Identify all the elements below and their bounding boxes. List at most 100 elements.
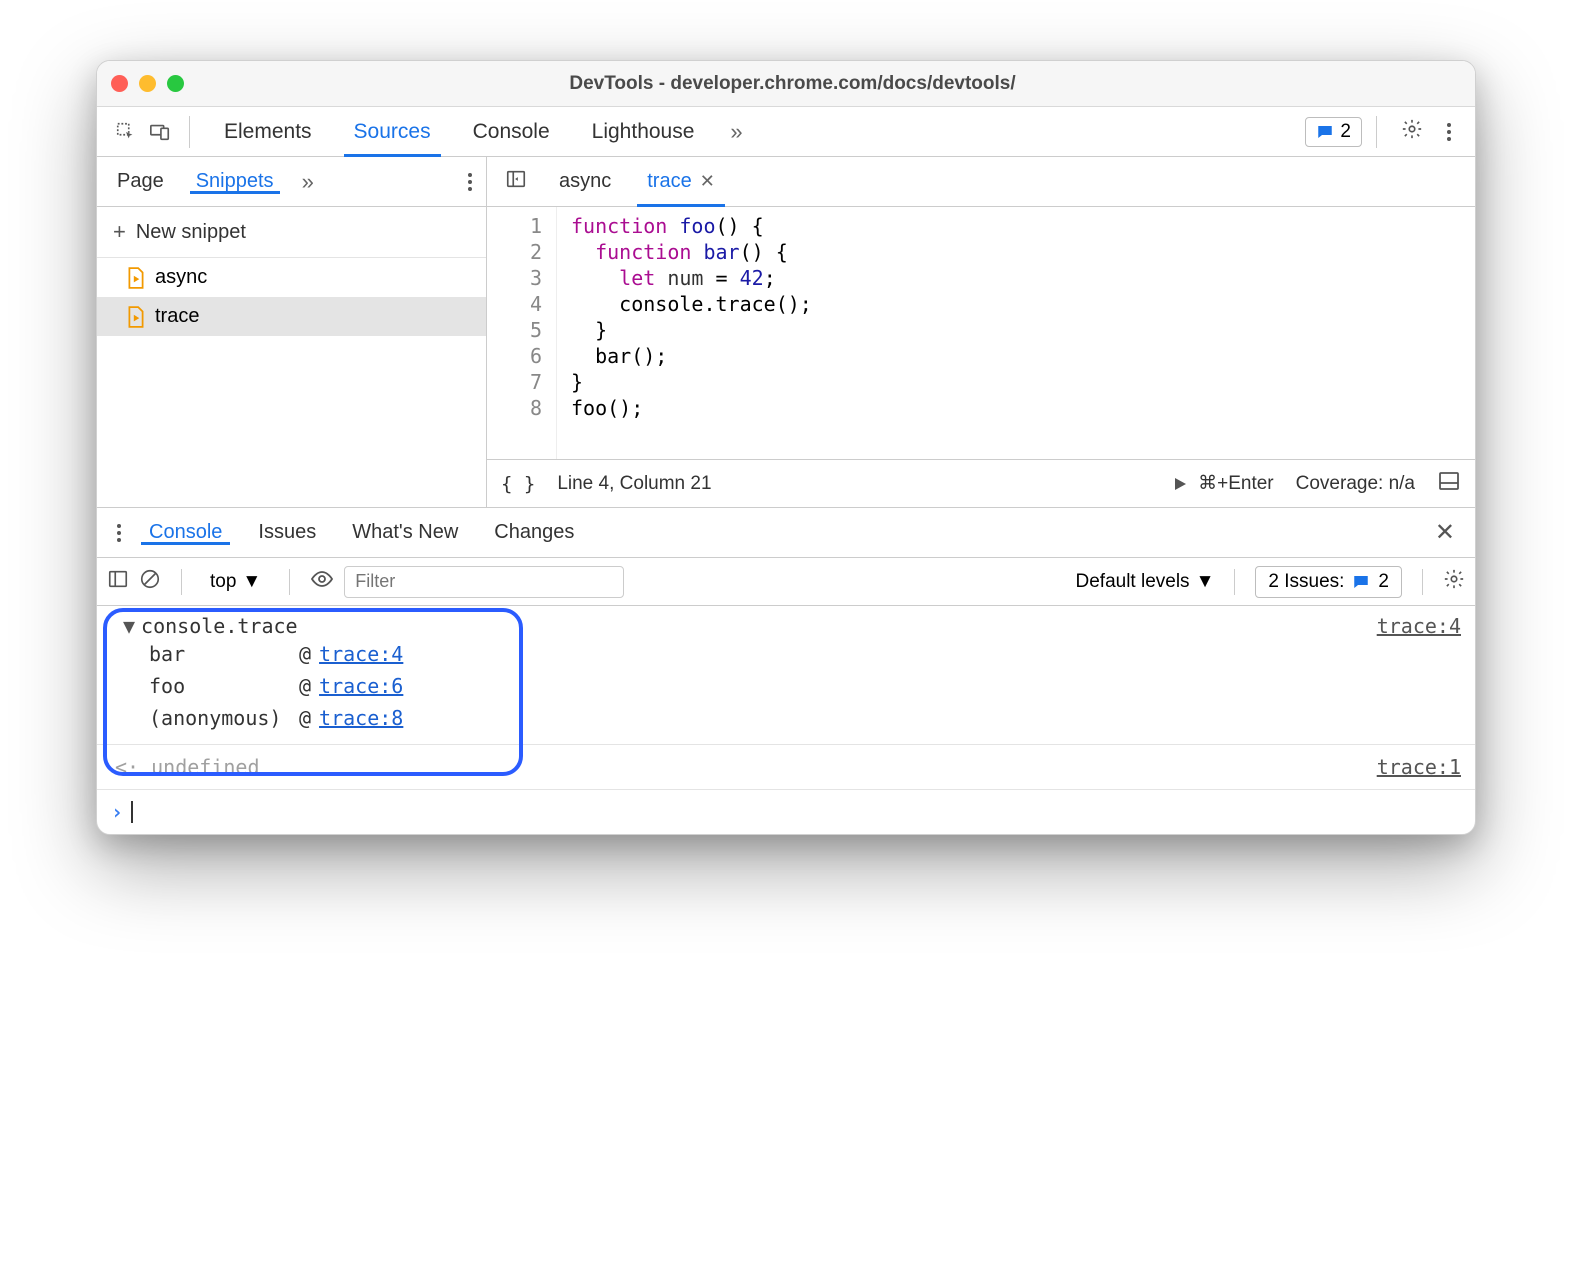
tab-console[interactable]: Console bbox=[453, 107, 570, 156]
drawer-tab-issues[interactable]: Issues bbox=[240, 521, 334, 544]
snippet-file-icon bbox=[127, 267, 145, 289]
chevron-down-icon: ▼ bbox=[242, 571, 261, 593]
console-issues-button[interactable]: 2 Issues: 2 bbox=[1255, 566, 1402, 598]
stack-frame: (anonymous) @ trace:8 bbox=[149, 702, 1461, 734]
console-output: ▼ console.trace trace:4 bar @ trace:4 fo… bbox=[97, 606, 1475, 834]
snippet-item-async[interactable]: async bbox=[97, 258, 486, 297]
snippet-item-trace[interactable]: trace bbox=[97, 297, 486, 336]
sources-body: Page Snippets » + New snippet async trac… bbox=[97, 157, 1475, 507]
stack-link[interactable]: trace:6 bbox=[319, 674, 403, 698]
editor-statusbar: { } Line 4, Column 21 ⌘+Enter Coverage: … bbox=[487, 459, 1475, 507]
text-cursor bbox=[131, 801, 133, 823]
divider bbox=[1376, 116, 1377, 148]
close-drawer-button[interactable]: ✕ bbox=[1425, 518, 1465, 547]
main-toolbar: Elements Sources Console Lighthouse » 2 bbox=[97, 107, 1475, 157]
divider bbox=[1422, 569, 1423, 595]
console-sidebar-toggle[interactable] bbox=[107, 568, 129, 596]
chevron-down-icon: ▼ bbox=[1196, 571, 1215, 593]
more-tabs-button[interactable]: » bbox=[718, 119, 754, 145]
more-options-button[interactable] bbox=[1437, 123, 1461, 141]
new-snippet-label: New snippet bbox=[136, 221, 246, 244]
titlebar: DevTools - developer.chrome.com/docs/dev… bbox=[97, 61, 1475, 107]
close-tab-button[interactable]: ✕ bbox=[700, 171, 715, 192]
console-trace-entry: ▼ console.trace trace:4 bar @ trace:4 fo… bbox=[97, 606, 1475, 745]
cursor-position: Line 4, Column 21 bbox=[557, 473, 711, 495]
editor-tabbar: async trace ✕ bbox=[487, 157, 1475, 207]
return-value: <· undefined bbox=[115, 755, 260, 779]
toggle-navigator-button[interactable] bbox=[491, 168, 541, 195]
snippet-file-icon bbox=[127, 306, 145, 328]
message-icon bbox=[1316, 123, 1334, 141]
navigator-tabs: Page Snippets » bbox=[97, 157, 486, 207]
editor-tabs: async trace ✕ bbox=[541, 157, 733, 206]
editor-pane: async trace ✕ 1 2 3 4 5 6 7 8 bbox=[487, 157, 1475, 507]
drawer-tab-console[interactable]: Console bbox=[131, 521, 240, 544]
inspect-element-icon[interactable] bbox=[111, 117, 141, 147]
divider bbox=[189, 116, 190, 148]
settings-button[interactable] bbox=[1391, 118, 1433, 145]
clear-console-button[interactable] bbox=[139, 568, 161, 596]
snippet-list: async trace bbox=[97, 258, 486, 507]
navigator-menu-button[interactable] bbox=[458, 173, 482, 191]
kebab-icon bbox=[117, 524, 121, 542]
trace-source-link[interactable]: trace:4 bbox=[1377, 614, 1461, 638]
kebab-icon bbox=[1447, 123, 1451, 141]
divider bbox=[181, 569, 182, 595]
code-content: function foo() { function bar() { let nu… bbox=[557, 207, 812, 459]
panel-icon bbox=[505, 168, 527, 190]
tab-page[interactable]: Page bbox=[101, 170, 180, 193]
snippet-name: trace bbox=[155, 305, 199, 328]
stack-trace: bar @ trace:4 foo @ trace:6 (anonymous) … bbox=[123, 638, 1461, 734]
stack-link[interactable]: trace:4 bbox=[319, 642, 403, 666]
console-return-entry: <· undefined trace:1 bbox=[97, 745, 1475, 790]
tab-elements[interactable]: Elements bbox=[204, 107, 332, 156]
devtools-window: DevTools - developer.chrome.com/docs/dev… bbox=[96, 60, 1476, 835]
line-gutter: 1 2 3 4 5 6 7 8 bbox=[487, 207, 557, 459]
divider bbox=[1234, 569, 1235, 595]
clear-icon bbox=[139, 568, 161, 590]
message-icon bbox=[1352, 573, 1370, 591]
tab-snippets[interactable]: Snippets bbox=[180, 170, 290, 193]
new-snippet-button[interactable]: + New snippet bbox=[97, 207, 486, 258]
console-settings-button[interactable] bbox=[1443, 568, 1465, 596]
kebab-icon bbox=[468, 173, 472, 191]
prompt-caret-icon: › bbox=[111, 800, 123, 824]
issues-badge[interactable]: 2 bbox=[1305, 117, 1362, 147]
device-toolbar-icon[interactable] bbox=[145, 117, 175, 147]
toggle-debugger-button[interactable] bbox=[1437, 469, 1461, 499]
eye-icon bbox=[310, 567, 334, 591]
drawer-menu-button[interactable] bbox=[107, 524, 131, 542]
panel-left-icon bbox=[107, 568, 129, 590]
issues-count: 2 bbox=[1340, 121, 1351, 143]
divider bbox=[289, 569, 290, 595]
live-expression-button[interactable] bbox=[310, 567, 334, 597]
editor-tab-trace[interactable]: trace ✕ bbox=[629, 157, 733, 206]
navigator-more-button[interactable]: » bbox=[290, 169, 326, 195]
panel-bottom-icon bbox=[1437, 469, 1461, 493]
return-source-link[interactable]: trace:1 bbox=[1377, 755, 1461, 779]
code-editor[interactable]: 1 2 3 4 5 6 7 8 function foo() { functio… bbox=[487, 207, 1475, 459]
drawer: Console Issues What's New Changes ✕ top … bbox=[97, 507, 1475, 834]
plus-icon: + bbox=[113, 219, 126, 245]
log-levels-selector[interactable]: Default levels ▼ bbox=[1076, 571, 1215, 593]
navigator-pane: Page Snippets » + New snippet async trac… bbox=[97, 157, 487, 507]
context-selector[interactable]: top ▼ bbox=[202, 569, 269, 595]
drawer-tab-changes[interactable]: Changes bbox=[476, 521, 592, 544]
stack-frame: bar @ trace:4 bbox=[149, 638, 1461, 670]
tab-lighthouse[interactable]: Lighthouse bbox=[572, 107, 715, 156]
main-tabs: Elements Sources Console Lighthouse bbox=[204, 107, 714, 156]
run-snippet-button[interactable]: ⌘+Enter bbox=[1172, 472, 1274, 495]
coverage-label: Coverage: n/a bbox=[1296, 473, 1415, 495]
console-filter-input[interactable] bbox=[344, 566, 624, 598]
stack-link[interactable]: trace:8 bbox=[319, 706, 403, 730]
tab-sources[interactable]: Sources bbox=[334, 107, 451, 156]
trace-header[interactable]: ▼ console.trace bbox=[123, 614, 298, 638]
editor-tab-async[interactable]: async bbox=[541, 157, 629, 206]
drawer-tab-whatsnew[interactable]: What's New bbox=[334, 521, 476, 544]
console-prompt[interactable]: › bbox=[97, 790, 1475, 834]
gear-icon bbox=[1443, 568, 1465, 590]
gear-icon bbox=[1401, 118, 1423, 140]
drawer-tabs: Console Issues What's New Changes ✕ bbox=[97, 508, 1475, 558]
pretty-print-button[interactable]: { } bbox=[501, 473, 535, 495]
stack-frame: foo @ trace:6 bbox=[149, 670, 1461, 702]
